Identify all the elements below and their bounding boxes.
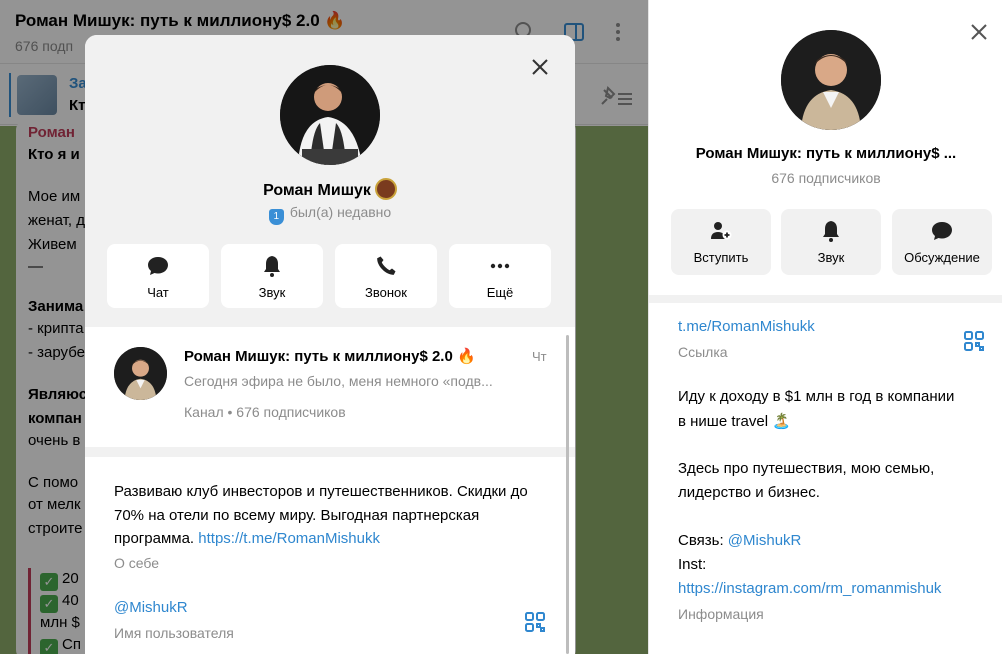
channel-time: Чт xyxy=(532,349,547,364)
profile-header: Роман Мишук 1 был(а) недавно Чат Звук Зво… xyxy=(85,35,575,327)
username-link[interactable]: @MishukR xyxy=(114,599,188,616)
about-label: О себе xyxy=(114,555,160,571)
info-line: Иду к доходу в $1 млн в год в компании xyxy=(678,388,955,405)
more-label: Ещё xyxy=(486,285,514,300)
user-avatar[interactable] xyxy=(280,65,380,165)
chat-label: Чат xyxy=(147,285,169,300)
qr-code-icon[interactable] xyxy=(963,330,985,352)
shield-icon: 1 xyxy=(268,209,284,225)
close-icon[interactable] xyxy=(528,55,552,79)
personal-channel-item[interactable]: Роман Мишук: путь к миллиону$ 2.0 🔥 Чт С… xyxy=(85,327,575,447)
join-button[interactable]: Вступить xyxy=(671,209,771,275)
sound-label: Звук xyxy=(817,250,845,265)
phone-icon xyxy=(377,256,396,275)
about-link[interactable]: https://t.me/RomanMishukk xyxy=(198,530,380,547)
sound-button[interactable]: Звук xyxy=(781,209,881,275)
chat-icon xyxy=(148,257,168,275)
sound-label: Звук xyxy=(258,285,286,300)
last-seen: 1 был(а) недавно xyxy=(85,204,575,225)
channel-avatar xyxy=(114,347,167,400)
subscriber-count: 676 подписчиков xyxy=(771,170,881,186)
user-name: Роман Мишук xyxy=(85,178,575,200)
user-profile-modal: Роман Мишук 1 был(а) недавно Чат Звук Зво… xyxy=(85,35,575,654)
discussion-icon xyxy=(932,222,952,240)
info-line: в нише travel 🏝️ xyxy=(678,413,791,430)
channel-meta: Канал • 676 подписчиков xyxy=(184,404,346,420)
channel-link[interactable]: t.me/RomanMishukk xyxy=(678,318,815,335)
chat-button[interactable]: Чат xyxy=(107,244,209,308)
discussion-label: Обсуждение xyxy=(904,250,980,265)
channel-name: Роман Мишук: путь к миллиону$ ... xyxy=(695,145,957,162)
bell-icon xyxy=(264,256,280,277)
username-label: Имя пользователя xyxy=(114,625,234,641)
emoji-status-icon[interactable] xyxy=(374,178,397,200)
qr-code-icon[interactable] xyxy=(524,611,546,633)
section-divider xyxy=(85,447,575,457)
channel-link-label: Ссылка xyxy=(678,344,728,360)
instagram-link[interactable]: https://instagram.com/rm_romanmishuk xyxy=(678,580,941,597)
info-line: Здесь про путешествия, мою семью, xyxy=(678,460,935,477)
telegram-window: Роман Мишук: путь к миллиону$ 2.0 🔥 676 … xyxy=(0,0,1002,654)
close-icon[interactable] xyxy=(967,20,991,44)
section-divider xyxy=(649,295,1002,303)
contact-prefix: Связь: xyxy=(678,532,728,549)
last-seen-text: был(а) недавно xyxy=(289,204,392,220)
contact-line: Связь: @MishukR xyxy=(678,532,801,549)
channel-info-panel: Роман Мишук: путь к миллиону$ ... 676 по… xyxy=(648,0,1002,654)
discussion-button[interactable]: Обсуждение xyxy=(892,209,992,275)
sound-button[interactable]: Звук xyxy=(221,244,323,308)
call-button[interactable]: Звонок xyxy=(335,244,437,308)
bell-icon xyxy=(823,221,839,242)
join-icon xyxy=(711,222,732,240)
join-label: Вступить xyxy=(693,250,749,265)
user-name-text: Роман Мишук xyxy=(263,182,371,199)
inst-label: Inst: xyxy=(678,556,707,573)
contact-handle-link[interactable]: @MishukR xyxy=(728,532,802,549)
channel-title: Роман Мишук: путь к миллиону$ 2.0 🔥 xyxy=(184,348,476,365)
more-icon xyxy=(490,263,510,269)
channel-avatar[interactable] xyxy=(781,30,881,130)
info-label: Информация xyxy=(678,606,764,622)
more-button[interactable]: Ещё xyxy=(449,244,551,308)
call-label: Звонок xyxy=(365,285,407,300)
about-text: Развиваю клуб инвесторов и путешественни… xyxy=(114,480,544,551)
channel-preview: Сегодня эфира не было, меня немного «под… xyxy=(184,373,493,389)
info-line: лидерство и бизнес. xyxy=(678,484,820,501)
scrollbar[interactable] xyxy=(566,335,569,654)
